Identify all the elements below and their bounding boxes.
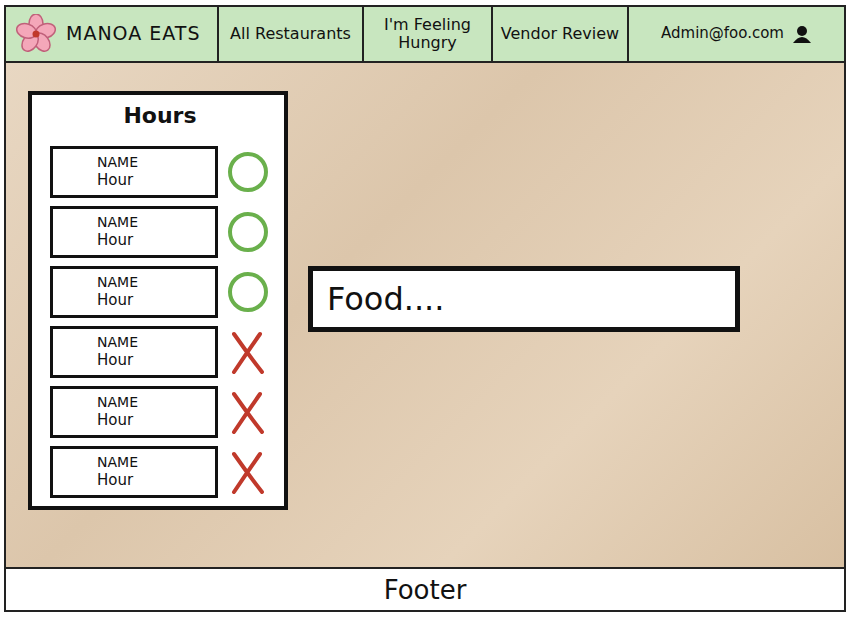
hours-box[interactable]: NAMEHour	[50, 446, 218, 498]
open-circle-icon	[226, 270, 270, 314]
open-circle-icon	[226, 210, 270, 254]
closed-x-icon	[226, 450, 270, 494]
hours-row[interactable]: NAMEHour	[50, 206, 270, 258]
nav-link[interactable]: All Restaurants	[219, 7, 364, 61]
hibiscus-icon	[16, 14, 56, 54]
vendor-hour: Hour	[97, 171, 207, 191]
nav-link-label[interactable]: I'm Feeling Hungry	[370, 16, 485, 53]
hours-box[interactable]: NAMEHour	[50, 206, 218, 258]
user-email[interactable]: Admin@foo.com	[661, 25, 784, 42]
hours-title: Hours	[50, 103, 270, 128]
footer-text: Footer	[384, 575, 467, 605]
user-icon	[792, 25, 812, 43]
closed-x-icon	[226, 390, 270, 434]
vendor-name: NAME	[97, 333, 207, 351]
open-circle-icon	[226, 150, 270, 194]
hours-row[interactable]: NAMEHour	[50, 386, 270, 438]
hours-row[interactable]: NAMEHour	[50, 266, 270, 318]
vendor-name: NAME	[97, 273, 207, 291]
hours-row[interactable]: NAMEHour	[50, 146, 270, 198]
footer: Footer	[4, 567, 846, 612]
logo-text: MANOA EATS	[66, 23, 200, 45]
search-input[interactable]	[325, 279, 723, 319]
closed-x-icon	[226, 330, 270, 374]
hours-box[interactable]: NAMEHour	[50, 146, 218, 198]
hours-box[interactable]: NAMEHour	[50, 326, 218, 378]
nav-link-label[interactable]: Vendor Review	[501, 25, 619, 43]
vendor-hour: Hour	[97, 411, 207, 431]
user-menu[interactable]: Admin@foo.com	[629, 7, 844, 61]
hours-panel: HoursNAMEHourNAMEHourNAMEHourNAMEHourNAM…	[28, 91, 288, 510]
vendor-hour: Hour	[97, 471, 207, 491]
vendor-hour: Hour	[97, 291, 207, 311]
hours-row[interactable]: NAMEHour	[50, 446, 270, 498]
vendor-name: NAME	[97, 453, 207, 471]
vendor-name: NAME	[97, 153, 207, 171]
vendor-name: NAME	[97, 393, 207, 411]
nav-link-label[interactable]: All Restaurants	[230, 25, 351, 43]
vendor-hour: Hour	[97, 231, 207, 251]
vendor-name: NAME	[97, 213, 207, 231]
vendor-hour: Hour	[97, 351, 207, 371]
hours-row[interactable]: NAMEHour	[50, 326, 270, 378]
nav-link[interactable]: I'm Feeling Hungry	[364, 7, 493, 61]
hours-box[interactable]: NAMEHour	[50, 386, 218, 438]
nav-link[interactable]: Vendor Review	[493, 7, 629, 61]
logo[interactable]: MANOA EATS	[6, 7, 219, 61]
navbar: MANOA EATS All Restaurants I'm Feeling Hun…	[4, 5, 846, 63]
hours-box[interactable]: NAMEHour	[50, 266, 218, 318]
hero-area: HoursNAMEHourNAMEHourNAMEHourNAMEHourNAM…	[4, 63, 846, 567]
search-box	[308, 266, 740, 332]
